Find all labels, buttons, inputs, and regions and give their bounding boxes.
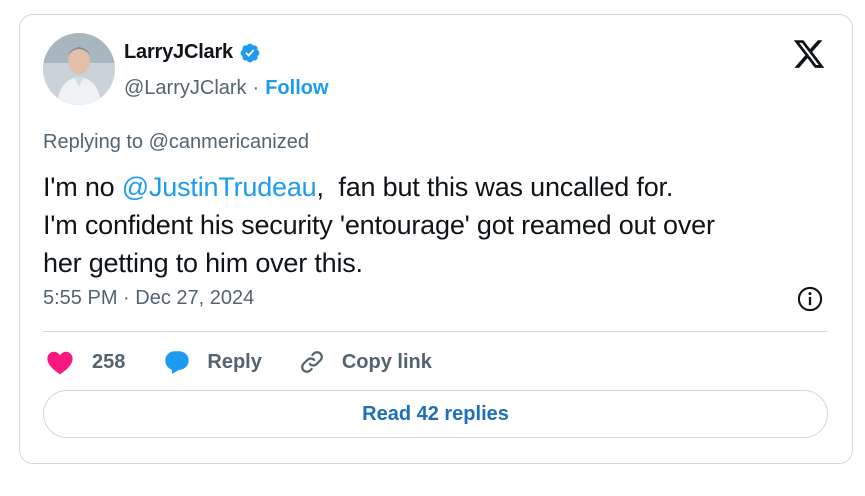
info-icon[interactable]: [796, 285, 824, 313]
link-icon: [300, 351, 323, 373]
action-bar: 258 Reply Copy link: [46, 345, 432, 379]
avatar-photo: [43, 33, 115, 105]
like-button[interactable]: 258: [46, 349, 125, 375]
x-logo-icon[interactable]: [792, 37, 826, 71]
tweet-card: LarryJClark @LarryJClark · Follow Replyi…: [19, 14, 853, 464]
separator-dot: ·: [252, 77, 260, 99]
tweet-line-3: her getting to him over this.: [43, 248, 363, 278]
reply-label: Reply: [207, 350, 262, 373]
avatar[interactable]: [43, 33, 115, 105]
heart-icon: [47, 351, 73, 375]
replying-to: Replying to @canmericanized: [43, 131, 309, 153]
read-replies-label: Read 42 replies: [362, 402, 509, 425]
divider: [43, 331, 828, 332]
author-display-name[interactable]: LarryJClark: [124, 41, 233, 64]
author-handle-row: @LarryJClark · Follow: [124, 77, 329, 100]
tweet-text-segment: I'm no: [43, 172, 122, 202]
follow-button[interactable]: Follow: [265, 77, 328, 100]
read-replies-button[interactable]: Read 42 replies: [43, 390, 828, 438]
tweet-line-1: I'm no @JustinTrudeau, fan but this was …: [43, 168, 843, 206]
copy-link-label: Copy link: [341, 350, 432, 373]
author-name-row: LarryJClark: [124, 41, 261, 64]
like-count: 258: [92, 350, 126, 373]
tweet-text: I'm no @JustinTrudeau, fan but this was …: [43, 168, 843, 282]
tweet-text-segment: , fan but this was uncalled for.: [316, 172, 674, 202]
verified-badge-icon: [240, 43, 260, 62]
speech-bubble-icon: [165, 351, 190, 374]
copy-link-button[interactable]: Copy link: [298, 348, 432, 376]
tweet-timestamp[interactable]: 5:55 PM · Dec 27, 2024: [43, 287, 254, 310]
author-handle[interactable]: @LarryJClark: [124, 77, 247, 100]
mention-link[interactable]: @JustinTrudeau: [122, 172, 317, 202]
tweet-line-2: I'm confident his security 'entourage' g…: [43, 210, 715, 240]
reply-button[interactable]: Reply: [163, 349, 262, 375]
